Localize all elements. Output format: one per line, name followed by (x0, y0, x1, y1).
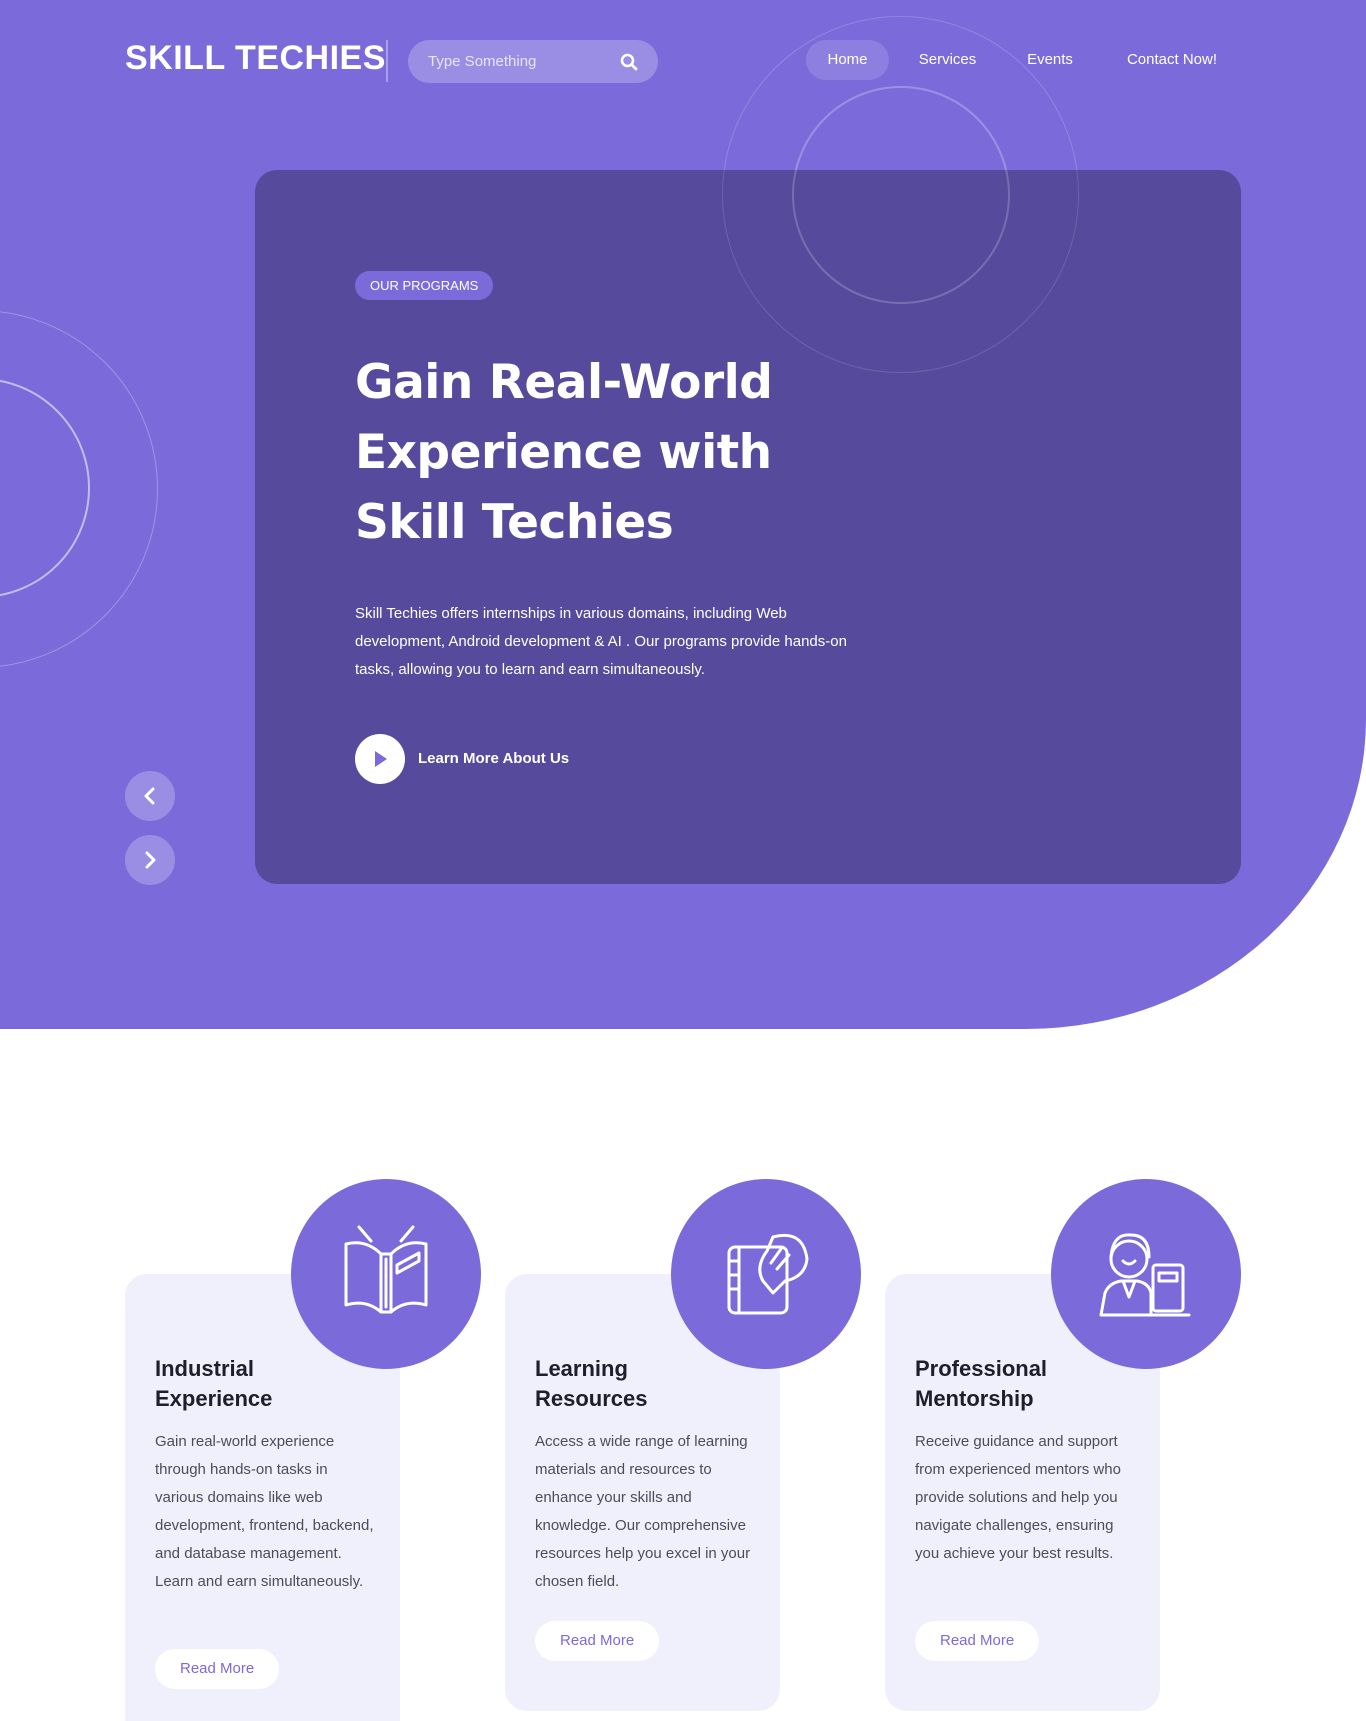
card-text: Access a wide range of learning material… (535, 1433, 751, 1590)
nav-events[interactable]: Events (1013, 40, 1087, 80)
hero-description: Skill Techies offers internships in vari… (355, 605, 847, 678)
hero-title-line: Experience with (355, 425, 772, 480)
site-header: SKILL TECHIES Home Services Events Conta… (0, 0, 1366, 124)
read-more-button[interactable]: Read More (535, 1621, 660, 1661)
slider-prev-button[interactable] (125, 771, 175, 821)
read-more-button[interactable]: Read More (915, 1621, 1040, 1661)
card-title-line: Learning (535, 1356, 628, 1381)
open-book-icon (344, 1225, 428, 1314)
card-title-line: Professional (915, 1356, 1048, 1381)
card-title: Professional Mentorship (915, 1354, 1135, 1414)
card-title-line: Experience (155, 1386, 273, 1411)
hero-title-line: Skill Techies (355, 495, 674, 550)
site-logo[interactable]: SKILL TECHIES (125, 39, 386, 78)
read-more-button[interactable]: Read More (155, 1649, 280, 1689)
play-icon (375, 751, 387, 767)
feature-icon-circle (671, 1179, 861, 1369)
programs-badge: OUR PROGRAMS (355, 271, 494, 300)
nav-services[interactable]: Services (905, 40, 990, 80)
hero-card: OUR PROGRAMS Gain Real-World Experience … (255, 170, 1241, 884)
card-title-line: Mentorship (915, 1386, 1034, 1411)
chevron-left-icon (144, 787, 155, 805)
card-title: Industrial Experience (155, 1354, 375, 1414)
header-divider (386, 40, 388, 82)
slider-next-button[interactable] (125, 835, 175, 885)
search-input[interactable] (428, 40, 618, 83)
hero-title-line: Gain Real-World (355, 355, 773, 410)
nav-contact[interactable]: Contact Now! (1111, 40, 1233, 80)
book-hand-icon (727, 1233, 809, 1315)
chevron-right-icon (145, 851, 156, 869)
learn-more-link[interactable]: Learn More About Us (418, 748, 569, 770)
card-title-line: Resources (535, 1386, 648, 1411)
card-title: Learning Resources (535, 1354, 755, 1414)
card-text: Receive guidance and support from experi… (915, 1433, 1121, 1562)
card-text: Gain real-world experience through hands… (155, 1433, 374, 1590)
mentor-icon (1099, 1233, 1191, 1317)
features-section: Industrial Experience Gain real-world ex… (0, 1170, 1366, 1721)
nav-home[interactable]: Home (806, 40, 889, 80)
play-button[interactable] (355, 734, 405, 784)
feature-icon-circle (1051, 1179, 1241, 1369)
feature-icon-circle (291, 1179, 481, 1369)
search-icon[interactable] (620, 53, 638, 71)
card-title-line: Industrial (155, 1356, 255, 1381)
hero-title: Gain Real-World Experience with Skill Te… (355, 348, 915, 558)
